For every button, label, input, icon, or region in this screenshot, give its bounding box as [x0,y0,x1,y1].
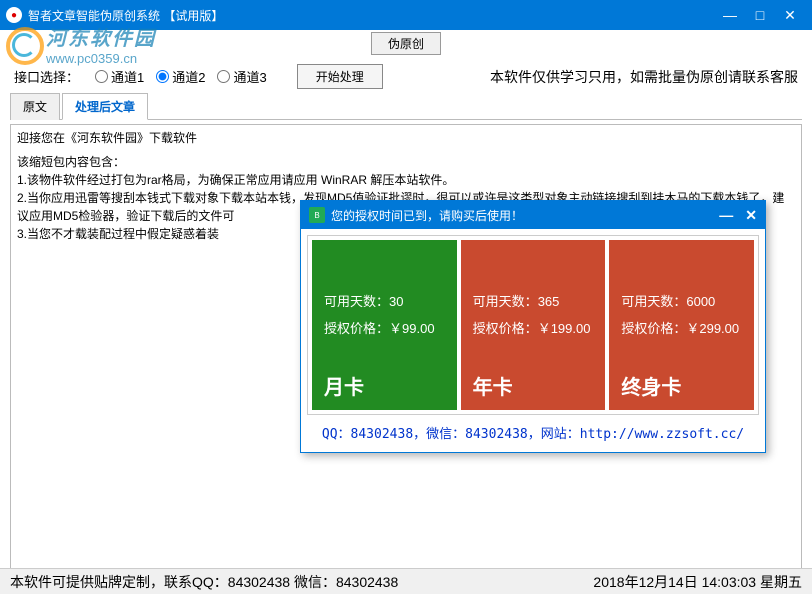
dialog-title: 您的授权时间已到，请购买后使用！ [331,207,719,224]
statusbar-contact: 本软件可提供贴牌定制，联系QQ：84302438 微信：84302438 [10,572,593,592]
license-dialog: B 您的授权时间已到，请购买后使用！ — ✕ 可用天数：30 授权价格：￥99.… [300,200,766,453]
radio-channel-2[interactable]: 通道2 [156,67,205,86]
watermark-cn: 河东软件园 [46,22,156,51]
statusbar: 本软件可提供贴牌定制，联系QQ：84302438 微信：84302438 201… [0,568,812,594]
window-controls: — □ ✕ [722,7,806,24]
channel-radio-group: 通道1 通道2 通道3 [95,67,267,86]
minimize-button[interactable]: — [722,7,738,24]
dialog-titlebar[interactable]: B 您的授权时间已到，请购买后使用！ — ✕ [301,201,765,229]
pseudo-original-button[interactable]: 伪原创 [371,32,441,55]
content-line: 1.该物件软件经过打包为rar格局，为确保正常应用请应用 WinRAR 解压本站… [17,171,795,189]
tab-processed[interactable]: 处理后文章 [62,93,148,120]
notice-text: 本软件仅供学习只用，如需批量伪原创请联系客服 [490,67,798,87]
dialog-footer-contact: QQ：84302438，微信：84302438，网站：http://www.zz… [307,415,759,446]
pricing-card-month[interactable]: 可用天数：30 授权价格：￥99.00 月卡 [312,240,457,410]
dialog-app-icon: B [309,207,325,223]
radio-channel-1[interactable]: 通道1 [95,67,144,86]
app-icon: ● [6,7,22,23]
pricing-cards: 可用天数：30 授权价格：￥99.00 月卡 可用天数：365 授权价格：￥19… [307,235,759,415]
tabs: 原文 处理后文章 [10,92,802,120]
card-name: 年卡 [473,371,594,400]
dialog-body: 可用天数：30 授权价格：￥99.00 月卡 可用天数：365 授权价格：￥19… [301,229,765,452]
interface-label: 接口选择： [14,67,79,86]
tab-original[interactable]: 原文 [10,93,60,120]
controls-row: 接口选择： 通道1 通道2 通道3 开始处理 本软件仅供学习只用，如需批量伪原创… [14,64,798,89]
close-button[interactable]: ✕ [782,7,798,24]
content-line: 该缩短包内容包含： [17,153,795,171]
radio-channel-3[interactable]: 通道3 [217,67,266,86]
card-name: 终身卡 [621,371,742,400]
card-name: 月卡 [324,371,445,400]
start-process-button[interactable]: 开始处理 [297,64,383,89]
watermark: 河东软件园 www.pc0359.cn [4,22,156,66]
dialog-minimize-button[interactable]: — [719,207,733,224]
pricing-card-year[interactable]: 可用天数：365 授权价格：￥199.00 年卡 [461,240,606,410]
maximize-button[interactable]: □ [752,7,768,24]
header-area: 河东软件园 www.pc0359.cn 伪原创 接口选择： 通道1 通道2 通道… [0,30,812,90]
pricing-card-lifetime[interactable]: 可用天数：6000 授权价格：￥299.00 终身卡 [609,240,754,410]
window-title: 智者文章智能伪原创系统 【试用版】 [28,7,722,24]
watermark-logo-icon [4,25,42,63]
content-line: 迎接您在《河东软件园》下载软件 [17,129,795,147]
dialog-close-button[interactable]: ✕ [745,207,757,224]
statusbar-datetime: 2018年12月14日 14:03:03 星期五 [593,572,802,592]
watermark-text: 河东软件园 www.pc0359.cn [46,22,156,66]
